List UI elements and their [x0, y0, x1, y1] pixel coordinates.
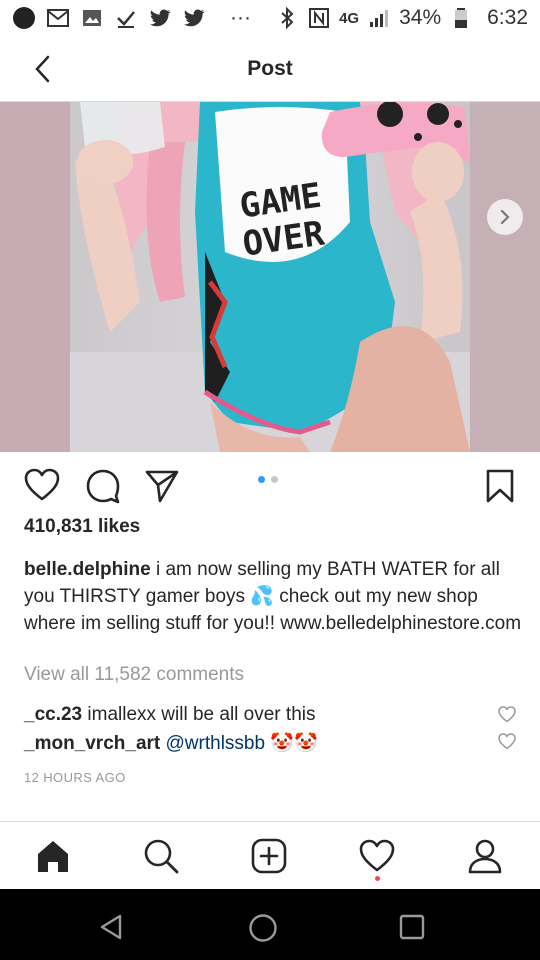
heart-icon — [359, 839, 395, 872]
post-image[interactable]: GAME OVER — [0, 102, 540, 452]
gallery-icon — [83, 10, 101, 26]
like-button[interactable] — [24, 468, 60, 507]
system-home-button[interactable] — [248, 913, 278, 948]
comment-username[interactable]: _cc.23 — [24, 704, 82, 725]
search-icon — [144, 839, 179, 874]
status-bar: ··· 4G 34% 6:32 — [0, 0, 540, 36]
sweat-droplets-emoji: 💦 — [250, 586, 275, 607]
comment-row: _mon_vrch_art @wrthlssbb 🤡🤡 — [24, 731, 494, 755]
plus-square-icon — [251, 838, 287, 874]
page-title: Post — [247, 56, 293, 80]
share-button[interactable] — [144, 468, 180, 509]
nav-activity-button[interactable] — [357, 836, 397, 876]
bluetooth-icon — [281, 6, 294, 30]
carousel-dot — [271, 476, 278, 483]
system-recents-button[interactable] — [398, 913, 426, 946]
save-button[interactable] — [485, 468, 515, 509]
nav-search-button[interactable] — [141, 836, 181, 876]
comment-text: imallexx will be all over this — [87, 704, 316, 725]
nfc-icon — [309, 8, 330, 28]
nav-new-post-button[interactable] — [249, 836, 289, 876]
header-bar: Post — [0, 36, 540, 102]
nav-home-button[interactable] — [33, 836, 73, 876]
bottom-navigation — [0, 821, 540, 889]
more-notifications-icon: ··· — [230, 6, 251, 29]
status-notification-icons: ··· — [12, 6, 251, 30]
network-type-label: 4G — [339, 9, 360, 27]
comment-like-button[interactable] — [498, 706, 516, 724]
comment-mention-link[interactable]: @wrthlssbb — [166, 733, 266, 754]
like-count[interactable]: 410,831 likes — [24, 516, 140, 538]
nav-profile-button[interactable] — [465, 836, 505, 876]
comment-icon — [86, 469, 120, 504]
system-back-button[interactable] — [98, 913, 126, 946]
comment-row: _cc.23 imallexx will be all over this — [24, 704, 494, 726]
back-button[interactable] — [26, 52, 58, 86]
heart-icon — [24, 468, 60, 501]
post-photo: GAME OVER — [0, 102, 540, 452]
heart-icon — [498, 706, 516, 723]
twitter-icon — [184, 9, 205, 27]
download-done-icon — [117, 11, 135, 28]
notification-dot-icon — [13, 7, 35, 29]
triangle-back-icon — [100, 914, 122, 940]
activity-notification-dot — [375, 876, 380, 881]
person-icon — [468, 839, 502, 874]
comment-button[interactable] — [85, 468, 121, 509]
status-system-icons: 4G 34% 6:32 — [275, 6, 528, 30]
post-caption: belle.delphine i am now selling my BATH … — [24, 556, 524, 637]
carousel-dot-active — [258, 476, 265, 483]
post-actions — [0, 452, 540, 520]
comment-like-button[interactable] — [498, 733, 516, 751]
chevron-right-icon — [500, 209, 510, 225]
twitter-icon — [150, 9, 171, 27]
clock: 6:32 — [487, 6, 528, 29]
bookmark-icon — [486, 469, 514, 503]
heart-icon — [498, 733, 516, 750]
comment-username[interactable]: _mon_vrch_art — [24, 733, 160, 754]
square-recents-icon — [399, 914, 425, 940]
view-all-comments-link[interactable]: View all 11,582 comments — [24, 664, 244, 686]
battery-icon — [455, 8, 468, 28]
post-timestamp: 12 HOURS AGO — [24, 770, 126, 785]
carousel-indicator — [258, 476, 278, 483]
home-icon — [38, 841, 68, 872]
caption-username[interactable]: belle.delphine — [24, 559, 151, 580]
system-navigation-bar — [0, 889, 540, 960]
signal-icon — [370, 10, 389, 27]
gmail-icon — [47, 9, 69, 27]
clown-face-emoji: 🤡🤡 — [270, 733, 318, 754]
circle-home-icon — [249, 914, 277, 942]
paper-plane-icon — [145, 470, 179, 503]
chevron-left-icon — [35, 55, 50, 83]
carousel-next-button[interactable] — [487, 199, 523, 235]
battery-percent: 34% — [399, 6, 442, 29]
